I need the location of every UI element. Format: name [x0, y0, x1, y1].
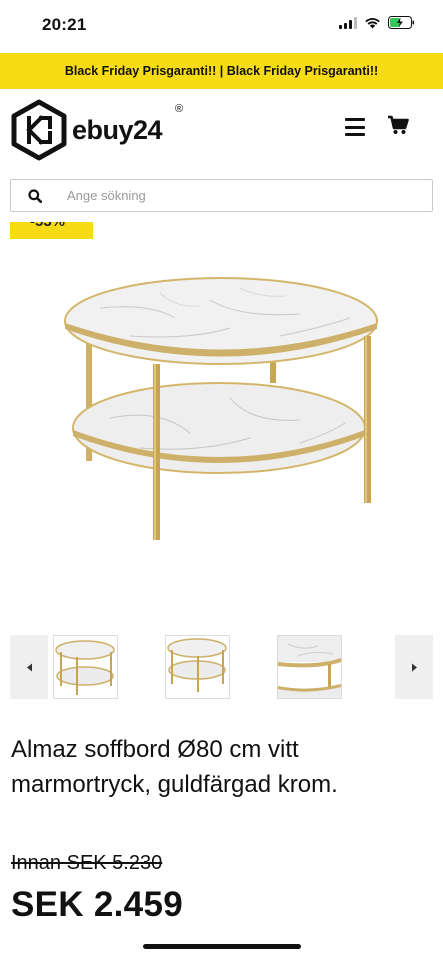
site-header: ebuy24 ®: [0, 89, 443, 171]
discount-badge-text: -53%: [30, 222, 65, 230]
search-icon[interactable]: [11, 188, 59, 203]
battery-charging-icon: [388, 16, 415, 29]
promo-banner[interactable]: Black Friday Prisgaranti!! | Black Frida…: [0, 53, 443, 89]
product-title: Almaz soffbord Ø80 cm vitt marmortryck, …: [11, 736, 338, 798]
search-input[interactable]: [67, 188, 427, 203]
logo[interactable]: ebuy24 ®: [10, 99, 183, 161]
thumbnail-2[interactable]: [165, 635, 230, 699]
status-icons: [339, 16, 415, 29]
thumbnail-3[interactable]: [277, 635, 342, 699]
promo-text: Black Friday Prisgaranti!! | Black Frida…: [64, 64, 379, 78]
product-main-image[interactable]: [0, 248, 443, 620]
shopping-cart-icon[interactable]: [387, 115, 409, 135]
coffee-table-illustration: [64, 277, 378, 540]
discount-badge: -53%: [10, 222, 93, 239]
home-indicator[interactable]: [143, 944, 301, 949]
cellular-signal-icon: [339, 16, 357, 29]
logo-mark-icon: [11, 99, 67, 161]
old-price: Innan SEK 5.230: [11, 852, 163, 874]
wifi-icon: [365, 17, 380, 28]
search-bar[interactable]: [10, 179, 433, 212]
chevron-right-icon[interactable]: [395, 635, 433, 699]
status-bar: 20:21: [0, 0, 443, 52]
registered-mark: ®: [175, 103, 184, 115]
current-price: SEK 2.459: [11, 885, 183, 924]
status-time: 20:21: [42, 15, 87, 34]
chevron-left-icon[interactable]: [10, 635, 48, 699]
menu-icon[interactable]: [345, 118, 365, 136]
thumbnail-gallery: [0, 634, 443, 700]
thumbnail-1[interactable]: [53, 635, 118, 699]
logo-text: ebuy24: [72, 114, 163, 145]
